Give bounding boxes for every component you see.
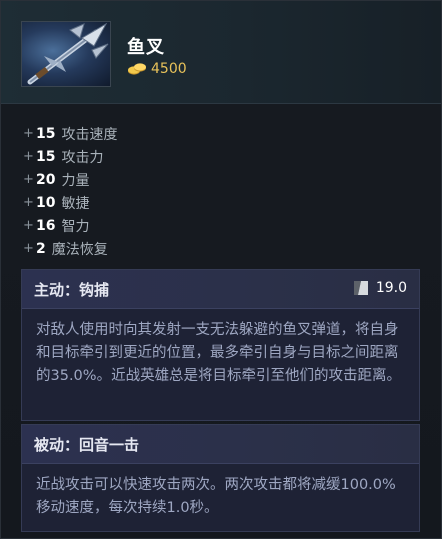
stat-name: 魔法恢复 [51, 241, 108, 258]
cooldown-icon [353, 281, 368, 295]
stat-plus: + [23, 149, 34, 164]
stat-value: 2 [36, 240, 46, 257]
stat-row: + 10 敏捷 [23, 191, 117, 214]
passive-ability-title: 被动：回音一击 [34, 435, 140, 454]
stat-plus: + [23, 126, 34, 141]
harpoon-icon [21, 21, 111, 87]
cost-value: 4500 [151, 61, 187, 77]
item-header: 鱼叉 4500 [1, 1, 441, 104]
stat-plus: + [23, 172, 34, 187]
stat-row: + 2 魔法恢复 [23, 237, 117, 260]
stat-row: + 20 力量 [23, 168, 117, 191]
active-ability-title: 主动：钩捕 [34, 280, 110, 299]
stat-value: 15 [36, 125, 56, 142]
stat-name: 力量 [61, 172, 90, 189]
stat-name: 攻击速度 [61, 126, 118, 143]
gold-coins-icon [128, 63, 146, 75]
stat-value: 15 [36, 148, 56, 165]
stat-plus: + [23, 195, 34, 210]
stat-name: 攻击力 [61, 149, 104, 166]
stat-name: 敏捷 [61, 195, 90, 212]
stat-plus: + [23, 218, 34, 233]
stat-name: 智力 [61, 218, 90, 235]
stat-row: + 15 攻击速度 [23, 122, 117, 145]
active-ability-description: 对敌人使用时向其发射一支无法躲避的鱼叉弹道，将自身和目标牵引到更近的位置，最多牵… [36, 322, 402, 384]
item-name: 鱼叉 [127, 37, 165, 58]
stat-plus: + [23, 241, 34, 256]
stat-row: + 15 攻击力 [23, 145, 117, 168]
cooldown: 19.0 [353, 280, 407, 296]
cooldown-value: 19.0 [375, 280, 407, 296]
active-ability: 主动：钩捕 19.0 对敌人使用时向其发射一支无法躲避的鱼叉弹道，将自身和目标牵… [21, 269, 420, 421]
passive-ability-description: 近战攻击可以快速攻击两次。两次攻击都将减缓100.0%移动速度，每次持续1.0秒… [36, 477, 396, 516]
stat-list: + 15 攻击速度 + 15 攻击力 + 20 力量 + 10 敏捷 + 16 … [23, 122, 117, 260]
stat-value: 16 [36, 217, 56, 234]
stat-value: 20 [36, 171, 56, 188]
item-tooltip: 鱼叉 4500 + 15 攻击速度 + 15 攻击力 + 20 力量 + 10 … [0, 0, 442, 539]
stat-row: + 16 智力 [23, 214, 117, 237]
passive-ability-header: 被动：回音一击 [22, 425, 419, 464]
item-cost: 4500 [127, 59, 187, 79]
passive-ability: 被动：回音一击 近战攻击可以快速攻击两次。两次攻击都将减缓100.0%移动速度，… [21, 424, 420, 532]
active-ability-header: 主动：钩捕 19.0 [22, 270, 419, 309]
stat-value: 10 [36, 194, 56, 211]
